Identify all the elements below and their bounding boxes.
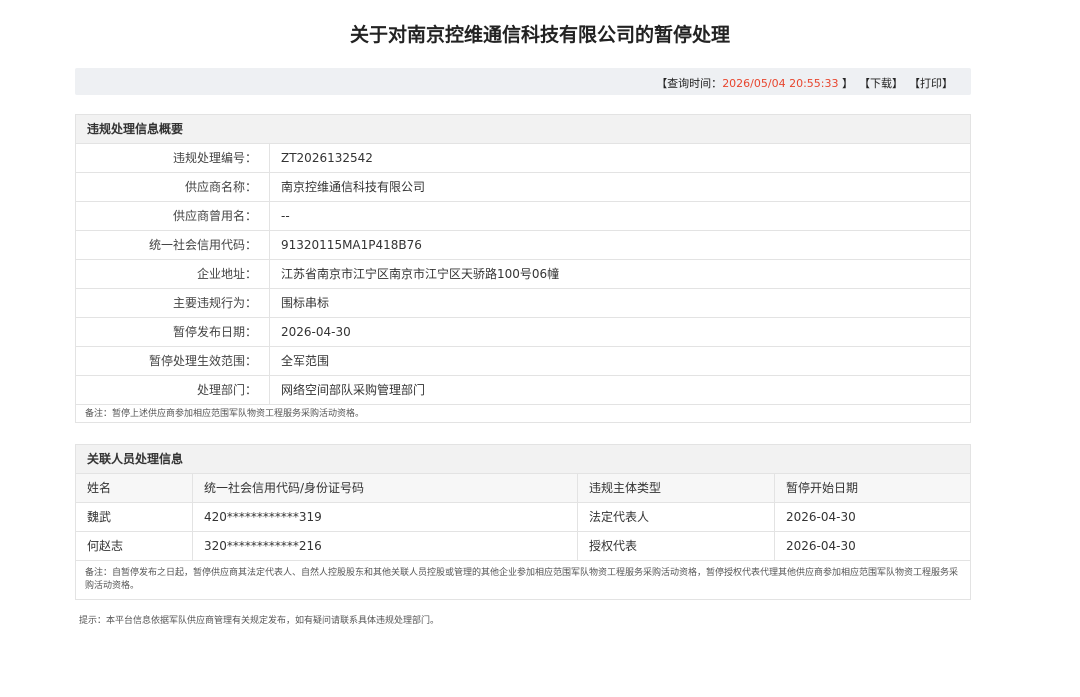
field-label: 违规处理编号： <box>76 144 270 172</box>
field-value: 江苏省南京市江宁区南京市江宁区天骄路100号06幢 <box>281 267 560 281</box>
summary-row-department: 处理部门： 网络空间部队采购管理部门 <box>76 376 970 405</box>
query-time-label: 【查询时间： <box>656 77 723 90</box>
field-value: 91320115MA1P418B76 <box>281 238 422 252</box>
field-label: 暂停发布日期： <box>76 318 270 346</box>
cell-id: 420************319 <box>193 503 578 531</box>
field-value: 网络空间部队采购管理部门 <box>281 383 426 397</box>
field-label: 统一社会信用代码： <box>76 231 270 259</box>
section-heading: 违规处理信息概要 <box>76 115 970 144</box>
summary-row-supplier-name: 供应商名称： 南京控维通信科技有限公司 <box>76 173 970 202</box>
cell-start-date: 2026-04-30 <box>786 539 856 553</box>
column-header-name: 姓名 <box>76 474 193 502</box>
field-label: 处理部门： <box>76 376 270 404</box>
summary-row-violation: 主要违规行为： 围标串标 <box>76 289 970 318</box>
cell-start-date: 2026-04-30 <box>786 510 856 524</box>
summary-row-scope: 暂停处理生效范围： 全军范围 <box>76 347 970 376</box>
summary-row-case-number: 违规处理编号： ZT2026132542 <box>76 144 970 173</box>
summary-row-publish-date: 暂停发布日期： 2026-04-30 <box>76 318 970 347</box>
cell-type: 法定代表人 <box>578 503 775 531</box>
cell-name: 魏武 <box>76 503 193 531</box>
violation-summary-section: 违规处理信息概要 违规处理编号： ZT2026132542 供应商名称： 南京控… <box>75 114 971 423</box>
cell-type: 授权代表 <box>578 532 775 560</box>
query-time-close: 】 <box>842 77 853 90</box>
table-header-row: 姓名 统一社会信用代码/身份证号码 违规主体类型 暂停开始日期 <box>76 474 970 503</box>
field-value: 2026-04-30 <box>281 325 351 339</box>
page-title: 关于对南京控维通信科技有限公司的暂停处理 <box>349 24 730 46</box>
field-label: 企业地址： <box>76 260 270 288</box>
print-link[interactable]: 【打印】 <box>909 77 953 90</box>
summary-note: 备注：暂停上述供应商参加相应范围军队物资工程服务采购活动资格。 <box>85 409 365 419</box>
section-heading: 关联人员处理信息 <box>76 445 970 474</box>
related-persons-section: 关联人员处理信息 姓名 统一社会信用代码/身份证号码 违规主体类型 暂停开始日期… <box>75 444 971 600</box>
table-row: 魏武 420************319 法定代表人 2026-04-30 <box>76 503 970 532</box>
table-row: 何赵志 320************216 授权代表 2026-04-30 <box>76 532 970 561</box>
cell-name: 何赵志 <box>76 532 193 560</box>
column-header-start-date: 暂停开始日期 <box>786 481 859 495</box>
field-value: ZT2026132542 <box>281 151 373 165</box>
summary-row-address: 企业地址： 江苏省南京市江宁区南京市江宁区天骄路100号06幢 <box>76 260 970 289</box>
field-label: 供应商名称： <box>76 173 270 201</box>
field-label: 供应商曾用名： <box>76 202 270 230</box>
download-link[interactable]: 【下载】 <box>859 77 903 90</box>
query-bar-content: 【查询时间：2026/05/04 20:55:33 】【下载】 【打印】 <box>656 75 953 91</box>
field-value: 围标串标 <box>281 296 330 310</box>
column-header-type: 违规主体类型 <box>578 474 775 502</box>
query-time-value: 2026/05/04 20:55:33 <box>722 77 839 90</box>
field-label: 主要违规行为： <box>76 289 270 317</box>
summary-row-former-name: 供应商曾用名： -- <box>76 202 970 231</box>
cell-id: 320************216 <box>193 532 578 560</box>
footer-tip: 提示：本平台信息依据军队供应商管理有关规定发布，如有疑问请联系具体违规处理部门。 <box>79 616 440 626</box>
query-bar: 【查询时间：2026/05/04 20:55:33 】【下载】 【打印】 <box>75 68 971 95</box>
page: 关于对南京控维通信科技有限公司的暂停处理 【查询时间：2026/05/04 20… <box>0 0 1080 697</box>
field-value: 全军范围 <box>281 354 330 368</box>
summary-row-credit-code: 统一社会信用代码： 91320115MA1P418B76 <box>76 231 970 260</box>
field-label: 暂停处理生效范围： <box>76 347 270 375</box>
column-header-id: 统一社会信用代码/身份证号码 <box>193 474 578 502</box>
field-value: 南京控维通信科技有限公司 <box>281 180 426 194</box>
related-note: 备注：自暂停发布之日起，暂停供应商其法定代表人、自然人控股股东和其他关联人员控股… <box>85 568 959 591</box>
field-value: -- <box>281 209 290 223</box>
